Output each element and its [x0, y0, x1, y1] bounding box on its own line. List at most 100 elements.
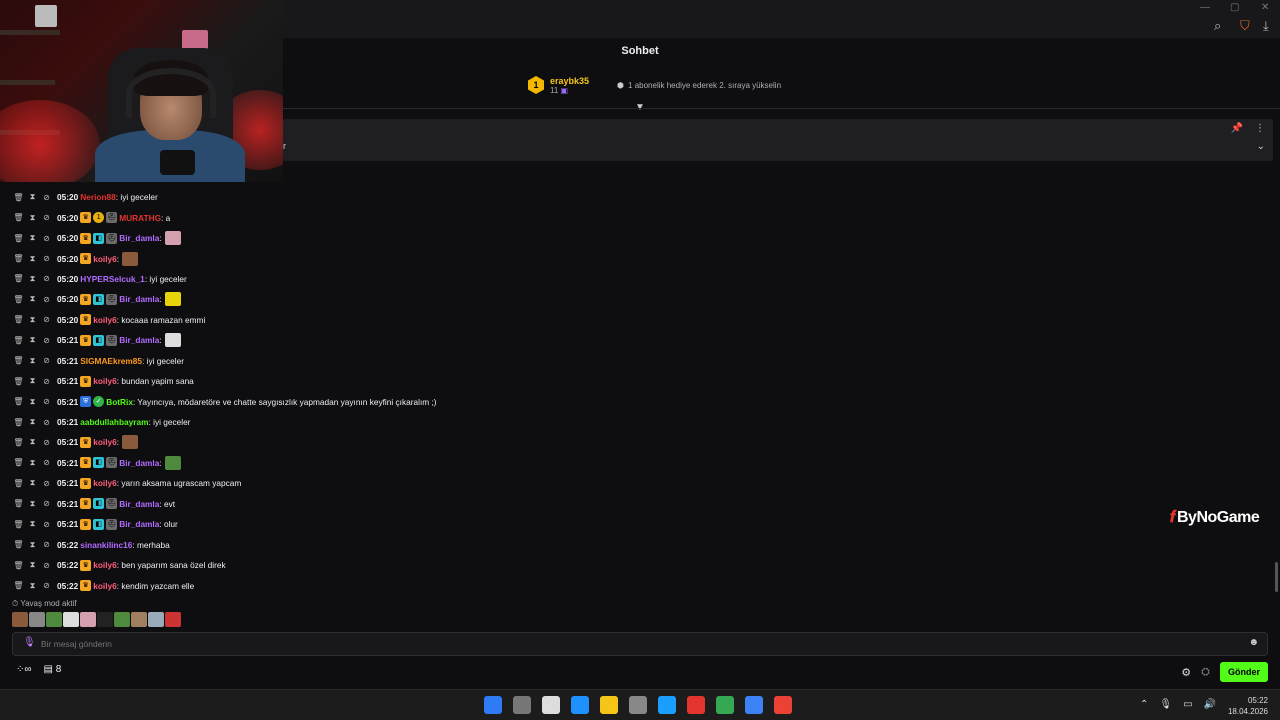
message-username[interactable]: Bir_damla [119, 458, 159, 468]
timeout-icon[interactable]: ⧗ [26, 356, 39, 366]
delete-icon[interactable]: 🗑 [12, 193, 25, 202]
delete-icon[interactable]: 🗑 [12, 356, 25, 365]
emote-icon[interactable] [63, 612, 79, 627]
ban-icon[interactable]: ⊘ [40, 315, 53, 324]
message-username[interactable]: Bir_damla [119, 294, 159, 304]
coin-icon[interactable]: ⛭ [1201, 666, 1210, 679]
delete-icon[interactable]: 🗑 [12, 213, 25, 222]
timeout-icon[interactable]: ⧗ [26, 519, 39, 529]
delete-icon[interactable]: 🗑 [12, 499, 25, 508]
ban-icon[interactable]: ⊘ [40, 336, 53, 345]
delete-icon[interactable]: 🗑 [12, 540, 25, 549]
gift-leaderboard[interactable]: 1 eraybk35 11 ▣ ⬢ 1 abonelik hediye eder… [528, 73, 781, 97]
ban-icon[interactable]: ⊘ [40, 274, 53, 283]
snipping-tool-icon[interactable] [542, 696, 560, 714]
app-icon[interactable] [745, 696, 763, 714]
ban-icon[interactable]: ⊘ [40, 438, 53, 447]
timeout-icon[interactable]: ⧗ [26, 581, 39, 591]
network-icon[interactable]: ▭ [1183, 699, 1192, 710]
photos-icon[interactable] [571, 696, 589, 714]
ban-icon[interactable]: ⊘ [40, 561, 53, 570]
message-username[interactable]: Bir_damla [119, 233, 159, 243]
message-username[interactable]: BotRix [106, 397, 133, 407]
message-username[interactable]: koily6 [93, 581, 117, 591]
emote-icon[interactable] [114, 612, 130, 627]
message-username[interactable]: koily6 [93, 376, 117, 386]
delete-icon[interactable]: 🗑 [12, 397, 25, 406]
timeout-icon[interactable]: ⧗ [26, 213, 39, 223]
emote-icon[interactable] [12, 612, 28, 627]
pinned-message[interactable]: r 📌 ⋮ ⌄ [283, 119, 1273, 161]
message-username[interactable]: koily6 [93, 315, 117, 325]
timeout-icon[interactable]: ⧗ [26, 417, 39, 427]
close-icon[interactable]: ✕ [1261, 2, 1269, 13]
chrome-icon[interactable] [716, 696, 734, 714]
chrome-alt-icon[interactable] [774, 696, 792, 714]
timeout-icon[interactable]: ⧗ [26, 478, 39, 488]
scrollbar[interactable] [1275, 562, 1278, 592]
message-username[interactable]: sinankilinc16 [80, 540, 132, 550]
timeout-icon[interactable]: ⧗ [26, 458, 39, 468]
delete-icon[interactable]: 🗑 [12, 418, 25, 427]
maximize-icon[interactable]: ▢ [1230, 2, 1239, 13]
ban-icon[interactable]: ⊘ [40, 377, 53, 386]
microphone-icon[interactable]: 🎙 [23, 637, 36, 648]
message-input-box[interactable]: 🎙 ☻ [12, 632, 1268, 656]
chevron-up-icon[interactable]: ⌃ [1140, 699, 1148, 710]
delete-icon[interactable]: 🗑 [12, 254, 25, 263]
ban-icon[interactable]: ⊘ [40, 193, 53, 202]
ban-icon[interactable]: ⊘ [40, 581, 53, 590]
message-input[interactable] [41, 636, 1241, 652]
start-icon[interactable] [484, 696, 502, 714]
ban-icon[interactable]: ⊘ [40, 418, 53, 427]
file-explorer-icon[interactable] [600, 696, 618, 714]
points-icon[interactable]: ⁘∞ [16, 664, 32, 675]
message-username[interactable]: koily6 [93, 560, 117, 570]
emote-icon[interactable] [97, 612, 113, 627]
message-username[interactable]: MURATHG [119, 213, 161, 223]
delete-icon[interactable]: 🗑 [12, 377, 25, 386]
timeout-icon[interactable]: ⧗ [26, 274, 39, 284]
message-username[interactable]: SIGMAEkrem85 [80, 356, 142, 366]
message-username[interactable]: koily6 [93, 254, 117, 264]
emote-icon[interactable] [46, 612, 62, 627]
gift-count[interactable]: ▤ 8 [44, 664, 62, 675]
timeout-icon[interactable]: ⧗ [26, 254, 39, 264]
message-username[interactable]: HYPERSelcuk_1 [80, 274, 145, 284]
ban-icon[interactable]: ⊘ [40, 458, 53, 467]
emote-icon[interactable] [29, 612, 45, 627]
ban-icon[interactable]: ⊘ [40, 234, 53, 243]
ban-icon[interactable]: ⊘ [40, 397, 53, 406]
emote-icon[interactable] [80, 612, 96, 627]
emoji-icon[interactable]: ☻ [1248, 637, 1259, 648]
delete-icon[interactable]: 🗑 [12, 234, 25, 243]
timeout-icon[interactable]: ⧗ [26, 397, 39, 407]
brave-icon[interactable] [687, 696, 705, 714]
delete-icon[interactable]: 🗑 [12, 581, 25, 590]
ban-icon[interactable]: ⊘ [40, 499, 53, 508]
message-username[interactable]: Bir_damla [119, 499, 159, 509]
minimize-icon[interactable]: — [1200, 2, 1210, 13]
timeout-icon[interactable]: ⧗ [26, 499, 39, 509]
pin-icon[interactable]: 📌 [1231, 123, 1243, 134]
more-icon[interactable]: ⋮ [1255, 123, 1265, 134]
ban-icon[interactable]: ⊘ [40, 254, 53, 263]
timeout-icon[interactable]: ⧗ [26, 233, 39, 243]
send-button[interactable]: Gönder [1219, 662, 1268, 682]
message-username[interactable]: koily6 [93, 437, 117, 447]
delete-icon[interactable]: 🗑 [12, 520, 25, 529]
timeout-icon[interactable]: ⧗ [26, 560, 39, 570]
delete-icon[interactable]: 🗑 [12, 561, 25, 570]
ban-icon[interactable]: ⊘ [40, 479, 53, 488]
message-username[interactable]: Nerion88 [80, 192, 116, 202]
emote-icon[interactable] [131, 612, 147, 627]
timeout-icon[interactable]: ⧗ [26, 540, 39, 550]
ban-icon[interactable]: ⊘ [40, 540, 53, 549]
delete-icon[interactable]: 🗑 [12, 315, 25, 324]
ban-icon[interactable]: ⊘ [40, 213, 53, 222]
settings-icon[interactable]: ⚙ [1181, 666, 1191, 679]
download-icon[interactable]: ⤓ [1263, 18, 1269, 34]
task-view-icon[interactable] [513, 696, 531, 714]
timeout-icon[interactable]: ⧗ [26, 376, 39, 386]
chevron-down-icon[interactable]: ⌄ [1257, 141, 1265, 152]
